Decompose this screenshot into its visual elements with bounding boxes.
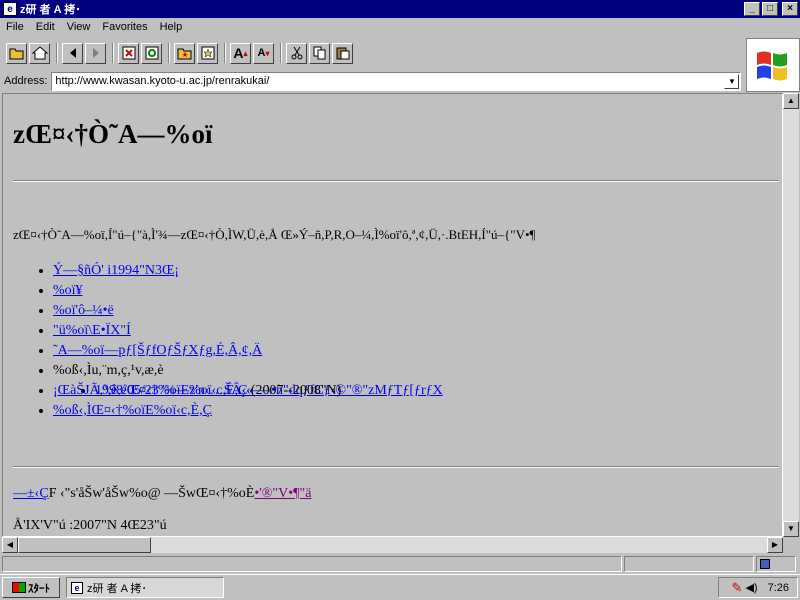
cut-icon[interactable] bbox=[286, 42, 307, 64]
status-zone bbox=[756, 556, 796, 572]
nav-link[interactable]: %oï'ô–¼•ë bbox=[53, 303, 114, 318]
copy-icon[interactable] bbox=[309, 42, 330, 64]
internet-zone-icon bbox=[760, 559, 770, 569]
maximize-button[interactable]: □ bbox=[762, 2, 778, 16]
menu-bar: File Edit View Favorites Help bbox=[0, 18, 800, 36]
start-label: ｽﾀｰﾄ bbox=[28, 582, 50, 595]
list-item: "ü%oï\E•ÏX"Í bbox=[53, 321, 443, 341]
add-favorite-icon[interactable] bbox=[197, 42, 218, 64]
vertical-scrollbar[interactable]: ▲ ▼ bbox=[783, 93, 799, 537]
scroll-thumb[interactable] bbox=[18, 537, 151, 553]
contact-line: —±‹ÇF ‹"s'åŠw'åŠw%o@ —ŠwŒ¤‹†%oÈ•'®"V•¶"ä bbox=[13, 486, 311, 502]
nav-link[interactable]: Ý—§ñÓ' i1994"N3Œ¡ bbox=[53, 263, 179, 278]
status-progress bbox=[624, 556, 754, 572]
windows-flag-icon bbox=[12, 582, 26, 593]
toolbar-separator bbox=[56, 43, 58, 63]
paste-icon[interactable] bbox=[332, 42, 353, 64]
taskbar-window-button[interactable]: e z研 者 A 拷･ bbox=[66, 577, 224, 598]
toolbar-separator bbox=[112, 43, 114, 63]
minimize-button[interactable]: _ bbox=[744, 2, 760, 16]
larger-font-icon[interactable]: A ▴ bbox=[230, 42, 251, 64]
page-title: zŒ¤‹†Ò˜A—%oï bbox=[13, 119, 213, 149]
list-item: %oï¥ bbox=[53, 281, 443, 301]
title-bar: e z研 者 A 拷･ _ □ × bbox=[0, 0, 800, 18]
divider bbox=[13, 180, 778, 182]
status-text bbox=[2, 556, 622, 572]
list-item: Ý—§ñÓ' i1994"N3Œ¡ bbox=[53, 261, 443, 281]
scroll-down-icon[interactable]: ▼ bbox=[783, 521, 799, 537]
address-bar: Address: http://www.kwasan.kyoto-u.ac.jp… bbox=[0, 70, 745, 92]
toolbar-separator bbox=[168, 43, 170, 63]
smaller-font-icon[interactable]: A ▾ bbox=[253, 42, 274, 64]
speaker-icon[interactable]: ◀) bbox=[745, 581, 757, 594]
taskbar: ｽﾀｰﾄ e z研 者 A 拷･ ✎ ◀) 7:26 bbox=[0, 574, 800, 600]
stop-icon[interactable] bbox=[118, 42, 139, 64]
menu-help[interactable]: Help bbox=[154, 21, 189, 33]
list-item: %oï'ô–¼•ë bbox=[53, 301, 443, 321]
forward-icon[interactable] bbox=[85, 42, 106, 64]
address-url[interactable]: http://www.kwasan.kyoto-u.ac.jp/renrakuk… bbox=[55, 75, 269, 87]
toolbar-separator bbox=[224, 43, 226, 63]
window-title: z研 者 A 拷･ bbox=[20, 4, 81, 16]
system-tray: ✎ ◀) 7:26 bbox=[718, 577, 798, 598]
status-bar bbox=[0, 555, 800, 573]
close-button[interactable]: × bbox=[782, 2, 798, 16]
menu-view[interactable]: View bbox=[61, 21, 97, 33]
favorites-folder-icon[interactable] bbox=[174, 42, 195, 64]
back-icon[interactable] bbox=[62, 42, 83, 64]
start-button[interactable]: ｽﾀｰﾄ bbox=[2, 577, 60, 598]
intro-text: zŒ¤‹†Ò˜A—%oï,Í"ú–{"à,Ì'¾—zŒ¤‹†Ò,ÌW,Ü,è,Å… bbox=[13, 227, 536, 242]
nav-list: Ý—§ñÓ' i1994"N3Œ¡ %oï¥ %oï'ô–¼•ë "ü%oï\E… bbox=[53, 261, 443, 421]
page-content: zŒ¤‹†Ò˜A—%oï zŒ¤‹†Ò˜A—%oï,Í"ú–{"à,Ì'¾—zŒ… bbox=[2, 93, 783, 537]
chevron-down-icon[interactable]: ▼ bbox=[724, 73, 740, 89]
nav-link[interactable]: ˜A—%oï—pƒ[ŠƒfOƒŠƒXƒg,É,Â,¢,Ä bbox=[53, 343, 262, 358]
divider bbox=[13, 466, 778, 468]
contact-text: F ‹"s'åŠw'åŠw%o@ —ŠwŒ¤‹†%oÈ bbox=[48, 486, 255, 501]
list-item: %oß‹,ÌŒ¤‹†%oïE%oï‹c,È,Ç bbox=[53, 401, 443, 421]
home-icon[interactable] bbox=[29, 42, 50, 64]
current-meetings-link[interactable]: ¡ŒàŠJÃ,³,ê,éŒ¤‹†%oïE%oï‹c,È,Ç bbox=[53, 383, 247, 398]
toolbar-separator bbox=[280, 43, 282, 63]
year-range: (2007--2008"N) bbox=[247, 383, 342, 398]
browser-app-icon[interactable]: e bbox=[3, 2, 17, 16]
scroll-corner bbox=[783, 537, 799, 553]
refresh-icon[interactable] bbox=[141, 42, 162, 64]
windows-logo-icon bbox=[746, 38, 800, 92]
menu-edit[interactable]: Edit bbox=[30, 21, 61, 33]
past-meetings-link[interactable]: %oß‹,ÌŒ¤‹†%oïE%oï‹c,È,Ç bbox=[53, 403, 212, 418]
nav-link[interactable]: %oï¥ bbox=[53, 283, 83, 298]
open-folder-icon[interactable] bbox=[6, 42, 27, 64]
address-label: Address: bbox=[4, 75, 48, 87]
list-item: ˜A—%oï—pƒ[ŠƒfOƒŠƒXƒg,É,Â,¢,Ä bbox=[53, 341, 443, 361]
secretariat-link[interactable]: —±‹Ç bbox=[13, 486, 49, 501]
toolbar: A ▴ A ▾ bbox=[0, 38, 745, 68]
scroll-up-icon[interactable]: ▲ bbox=[783, 93, 799, 109]
address-input[interactable]: http://www.kwasan.kyoto-u.ac.jp/renrakuk… bbox=[51, 71, 742, 91]
clock[interactable]: 7:26 bbox=[768, 582, 789, 594]
scroll-right-icon[interactable]: ▶ bbox=[767, 537, 783, 553]
menu-file[interactable]: File bbox=[0, 21, 30, 33]
browser-app-icon: e bbox=[71, 581, 83, 594]
history-label: %oß‹,Ìu,¨m,ç,¹v,æ,è bbox=[53, 363, 164, 378]
menu-favorites[interactable]: Favorites bbox=[96, 21, 153, 33]
horizontal-scrollbar[interactable]: ◀ ▶ bbox=[2, 537, 783, 553]
list-item: %oß‹,Ìu,¨m,ç,¹v,æ,è 1998/05/23 '¾—z'n‹…Š… bbox=[53, 361, 443, 398]
taskbar-window-title: z研 者 A 拷･ bbox=[87, 582, 147, 595]
observatory-link[interactable]: •'®"V•¶"ä bbox=[254, 486, 311, 501]
nav-link[interactable]: "ü%oï\E•ÏX"Í bbox=[53, 323, 131, 338]
scroll-left-icon[interactable]: ◀ bbox=[2, 537, 18, 553]
pen-icon[interactable]: ✎ bbox=[732, 580, 743, 596]
last-updated: Å'IX'V"ú :2007"N 4Œ23"ú bbox=[13, 518, 167, 533]
